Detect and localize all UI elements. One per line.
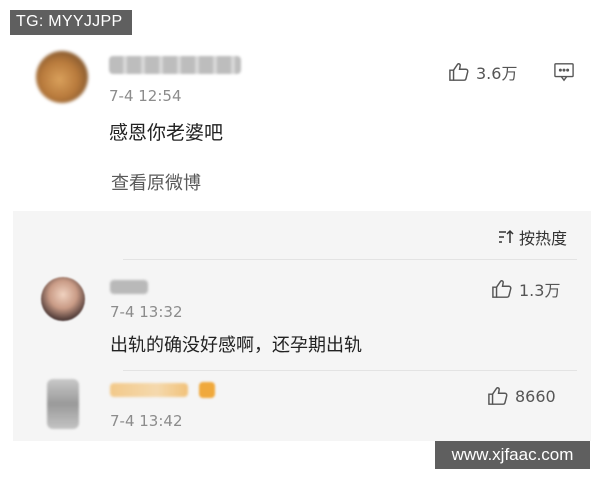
main-comment: 7-4 12:54 感恩你老婆吧 查看原微博 3.6万: [13, 40, 591, 211]
thumbs-up-icon: [492, 280, 512, 298]
divider: [123, 259, 577, 260]
avatar[interactable]: [41, 277, 85, 321]
reply-list: 7-4 13:32 出轨的确没好感啊，还孕期出轨 1.3万 7-4 13:42 …: [13, 259, 591, 441]
username-blurred[interactable]: [110, 383, 188, 397]
watermark-bottom: www.xjfaac.com: [435, 441, 590, 469]
reply-time: 7-4 13:42: [110, 412, 183, 430]
sort-icon: [498, 229, 514, 243]
like-count: 8660: [515, 386, 556, 406]
username-blurred[interactable]: [110, 280, 148, 294]
comment-time: 7-4 12:54: [109, 87, 182, 105]
like-button[interactable]: 8660: [487, 386, 556, 406]
reply-time: 7-4 13:32: [110, 303, 183, 321]
like-count: 1.3万: [519, 281, 561, 300]
reply-text: 出轨的确没好感啊，还孕期出轨: [110, 335, 362, 356]
like-count: 3.6万: [476, 64, 518, 83]
comment-icon[interactable]: [553, 62, 575, 82]
watermark-top: TG: MYYJJPP: [10, 10, 133, 35]
avatar[interactable]: [36, 51, 88, 103]
sort-by-hot-button[interactable]: 按热度: [497, 225, 567, 249]
avatar[interactable]: [47, 379, 79, 429]
sort-bar: 按热度: [13, 211, 591, 259]
thumbs-up-icon: [449, 63, 469, 81]
username-blurred[interactable]: [109, 56, 241, 74]
like-button[interactable]: 3.6万: [448, 60, 517, 84]
thumbs-up-icon: [488, 387, 508, 405]
view-original-link[interactable]: 查看原微博: [111, 169, 201, 195]
vip-badge: [199, 382, 215, 398]
comment-text: 感恩你老婆吧: [109, 122, 224, 144]
like-button[interactable]: 1.3万: [491, 277, 560, 301]
divider: [123, 370, 577, 371]
sort-label: 按热度: [518, 229, 567, 248]
